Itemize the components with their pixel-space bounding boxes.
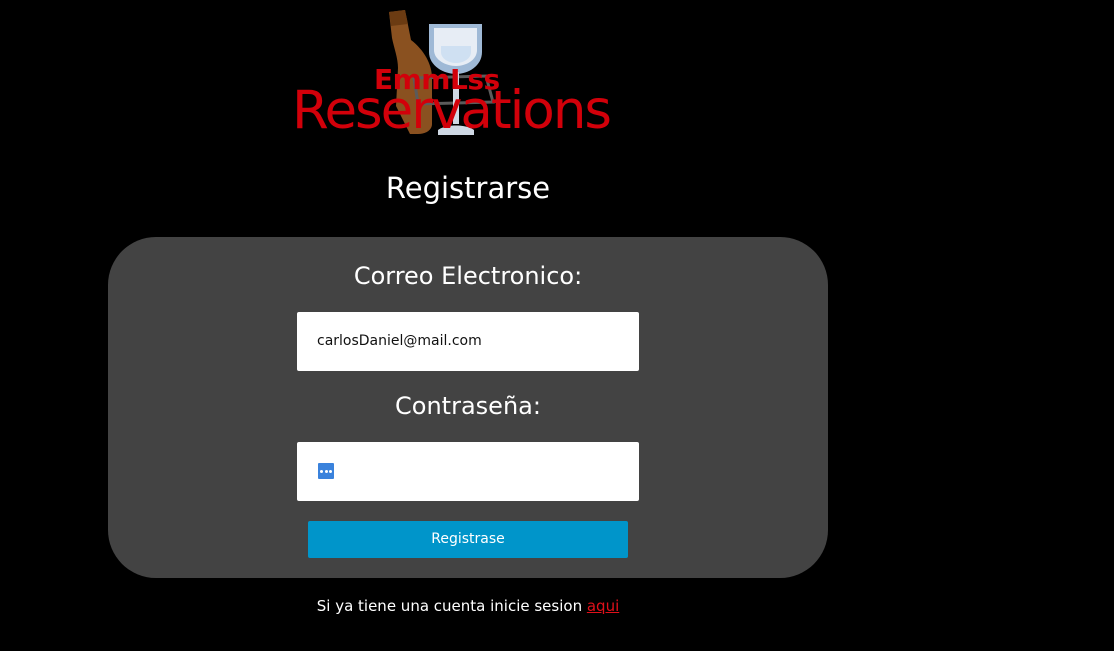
login-link[interactable]: aqui xyxy=(587,597,619,615)
password-key-icon[interactable] xyxy=(318,463,334,479)
register-button[interactable]: Registrase xyxy=(308,521,628,558)
page-title: Registrarse xyxy=(385,171,551,205)
password-field[interactable] xyxy=(297,442,639,501)
brand-logo: EmmLss Reservations xyxy=(288,6,628,142)
login-prompt-text: Si ya tiene una cuenta inicie sesion xyxy=(316,597,587,615)
registration-form: Correo Electronico: carlosDaniel@mail.co… xyxy=(108,237,828,578)
login-prompt: Si ya tiene una cuenta inicie sesion aqu… xyxy=(0,596,936,616)
password-label: Contraseña: xyxy=(395,392,541,420)
email-label: Correo Electronico: xyxy=(353,262,583,290)
logo-text-big: Reservations xyxy=(292,80,612,141)
email-field[interactable]: carlosDaniel@mail.com xyxy=(297,312,639,371)
register-page: EmmLss Reservations Registrarse Correo E… xyxy=(0,0,1114,651)
